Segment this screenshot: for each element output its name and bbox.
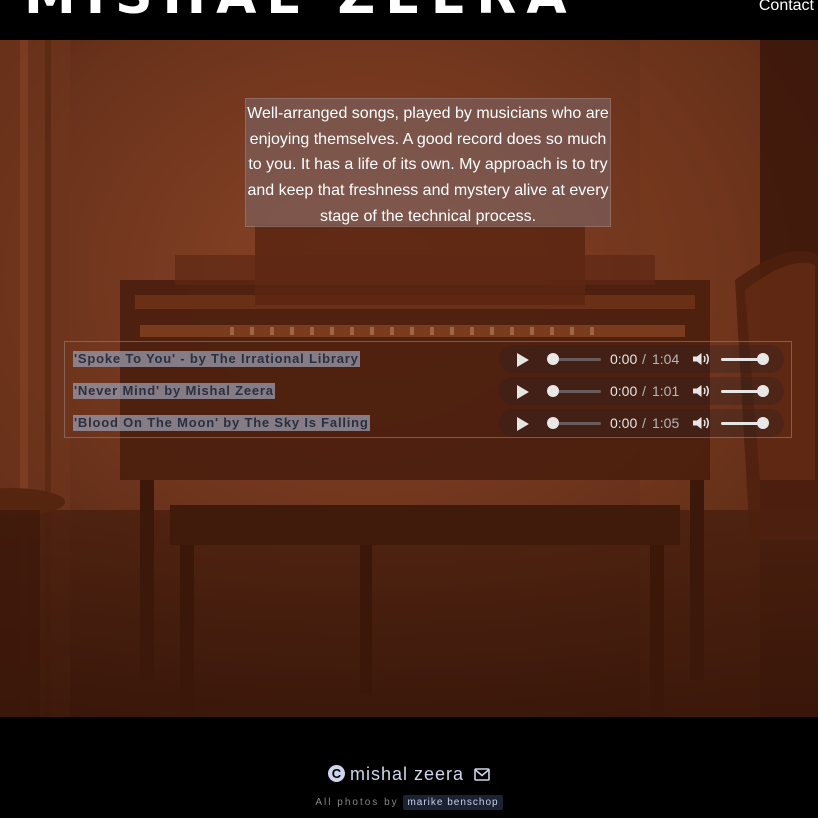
volume-slider[interactable] bbox=[721, 385, 769, 397]
track-title: 'Spoke To You' - by The Irrational Libra… bbox=[73, 351, 360, 367]
seek-handle[interactable] bbox=[547, 385, 559, 397]
volume-slider[interactable] bbox=[721, 417, 769, 429]
play-icon[interactable] bbox=[517, 385, 529, 399]
duration: 1:04 bbox=[652, 351, 680, 367]
audio-player[interactable]: 0:00 / 1:05 bbox=[499, 409, 784, 437]
intro-quote: Well-arranged songs, played by musicians… bbox=[245, 98, 611, 227]
audio-player[interactable]: 0:00 / 1:04 bbox=[499, 345, 784, 373]
site-header: MISHAL ZEERA Contact bbox=[0, 0, 818, 40]
copyright-icon: C bbox=[327, 765, 345, 782]
hero-section: Well-arranged songs, played by musicians… bbox=[0, 40, 818, 717]
photo-credit: All photos by marike benschop bbox=[0, 795, 818, 810]
copyright-line: Cmishal zeera bbox=[0, 764, 818, 785]
time-separator: / bbox=[642, 351, 646, 367]
audio-player[interactable]: 0:00 / 1:01 bbox=[499, 377, 784, 405]
volume-icon[interactable] bbox=[692, 384, 710, 398]
track-title: 'Blood On The Moon' by The Sky Is Fallin… bbox=[73, 415, 370, 431]
audio-track: 'Spoke To You' - by The Irrational Libra… bbox=[65, 344, 791, 373]
current-time: 0:00 bbox=[610, 383, 638, 399]
volume-handle[interactable] bbox=[757, 385, 769, 397]
audio-track: 'Blood On The Moon' by The Sky Is Fallin… bbox=[65, 408, 791, 437]
track-title: 'Never Mind' by Mishal Zeera bbox=[73, 383, 275, 399]
play-icon[interactable] bbox=[517, 417, 529, 431]
audio-track-list: 'Spoke To You' - by The Irrational Libra… bbox=[64, 341, 792, 438]
audio-track: 'Never Mind' by Mishal Zeera 0:00 / 1:01 bbox=[65, 376, 791, 405]
seek-bar[interactable] bbox=[547, 353, 601, 365]
site-title[interactable]: MISHAL ZEERA bbox=[24, 0, 577, 22]
volume-handle[interactable] bbox=[757, 353, 769, 365]
seek-bar[interactable] bbox=[547, 417, 601, 429]
volume-icon[interactable] bbox=[692, 416, 710, 430]
volume-icon[interactable] bbox=[692, 352, 710, 366]
envelope-icon[interactable] bbox=[474, 768, 490, 781]
seek-handle[interactable] bbox=[547, 417, 559, 429]
current-time: 0:00 bbox=[610, 351, 638, 367]
photographer-link[interactable]: marike benschop bbox=[403, 795, 503, 810]
seek-bar[interactable] bbox=[547, 385, 601, 397]
time-separator: / bbox=[642, 383, 646, 399]
photo-credit-prefix: All photos by bbox=[315, 797, 399, 808]
nav-contact-link[interactable]: Contact bbox=[759, 0, 814, 16]
site-footer: Cmishal zeera All photos by marike bensc… bbox=[0, 717, 818, 818]
time-separator: / bbox=[642, 415, 646, 431]
seek-handle[interactable] bbox=[547, 353, 559, 365]
volume-slider[interactable] bbox=[721, 353, 769, 365]
duration: 1:01 bbox=[652, 383, 680, 399]
current-time: 0:00 bbox=[610, 415, 638, 431]
volume-handle[interactable] bbox=[757, 417, 769, 429]
duration: 1:05 bbox=[652, 415, 680, 431]
play-icon[interactable] bbox=[517, 353, 529, 367]
copyright-name: mishal zeera bbox=[349, 764, 465, 784]
